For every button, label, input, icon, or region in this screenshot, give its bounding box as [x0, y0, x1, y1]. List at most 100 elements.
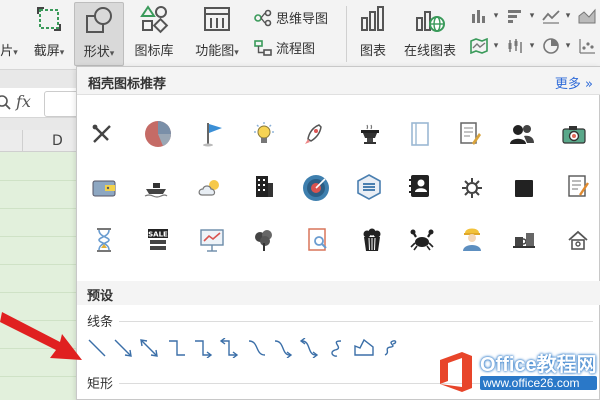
column-header-d[interactable]: D: [52, 133, 63, 149]
house-icon[interactable]: [563, 225, 593, 255]
office-watermark: Office教程网 www.office26.com: [436, 344, 600, 400]
arrow-line-icon[interactable]: [113, 338, 133, 358]
ribbon-toolbar: 片▾ 截屏▾ 形状▾ 图标库 功能图▾ 思维导图 流程图 图表 在线图表 ▾ ▾…: [0, 0, 600, 70]
flag-icon[interactable]: [199, 119, 229, 149]
area-chart-icon[interactable]: [576, 6, 598, 26]
elbow-double-arrow-icon[interactable]: [219, 337, 239, 359]
cloud-sun-icon[interactable]: [195, 173, 225, 203]
elbow-connector-icon[interactable]: [167, 338, 187, 358]
chevron-down-icon[interactable]: ▾: [562, 36, 574, 56]
chevron-down-icon[interactable]: ▾: [526, 36, 538, 56]
shapes-button[interactable]: 形状▾: [74, 2, 124, 66]
chevron-down-icon[interactable]: ▾: [490, 36, 502, 56]
icon-recommend-header: 稻壳图标推荐 更多 »: [77, 67, 600, 95]
fx-label[interactable]: fx: [16, 92, 31, 111]
wallet-icon[interactable]: [89, 173, 119, 203]
checklist-icon[interactable]: [563, 171, 593, 201]
flowchart-icon: [254, 39, 272, 57]
ribbon-separator: [346, 6, 347, 62]
crab-icon[interactable]: [407, 225, 437, 255]
pie-chart-small-icon[interactable]: [540, 36, 562, 56]
hexagon-menu-icon[interactable]: [353, 171, 385, 203]
map-chart-icon[interactable]: [468, 36, 490, 56]
function-chart-icon: [200, 2, 234, 36]
search-document-icon[interactable]: [303, 225, 333, 255]
watermark-url: www.office26.com: [480, 376, 597, 390]
icon-library-icon: [137, 2, 171, 36]
tools-icon[interactable]: [87, 119, 117, 149]
online-chart-icon: [413, 2, 447, 36]
screenshot-icon: [32, 2, 66, 36]
mindmap-label: 思维导图: [276, 12, 329, 27]
red-arrow-annotation: [0, 312, 82, 360]
lines-divider: [119, 321, 593, 322]
shopping-bag-icon[interactable]: [509, 171, 539, 201]
bar-chart-icon: [356, 2, 390, 36]
preset-section-bar: 预设: [77, 281, 600, 305]
hotpot-icon[interactable]: [355, 119, 385, 149]
hourglass-icon[interactable]: [89, 225, 119, 255]
coffee-desk-icon[interactable]: [509, 225, 539, 255]
rocket-icon[interactable]: [299, 119, 329, 149]
svg-text:SALE: SALE: [148, 231, 168, 239]
ship-icon[interactable]: [141, 173, 171, 203]
scribble-icon[interactable]: [381, 338, 401, 358]
chevron-down-icon[interactable]: ▾: [526, 6, 538, 26]
notebook-icon[interactable]: [405, 119, 435, 149]
zoom-icon[interactable]: [0, 93, 12, 117]
rect-title: 矩形: [87, 377, 114, 392]
flowchart-label: 流程图: [276, 42, 316, 57]
camera-icon[interactable]: [559, 119, 589, 149]
icon-library-button[interactable]: 图标库: [128, 2, 180, 66]
double-arrow-line-icon[interactable]: [139, 338, 159, 358]
icon-library-label: 图标库: [134, 44, 174, 59]
curved-double-arrow-icon[interactable]: [299, 337, 319, 359]
tree-icon[interactable]: [249, 225, 279, 255]
chevron-down-icon[interactable]: ▾: [562, 6, 574, 26]
pie-chart-icon[interactable]: [141, 117, 175, 151]
chevron-down-icon[interactable]: ▾: [490, 6, 502, 26]
stock-chart-icon[interactable]: [504, 36, 526, 56]
office-logo-icon: [440, 352, 472, 392]
online-chart-label: 在线图表: [403, 44, 456, 59]
online-chart-button[interactable]: 在线图表: [398, 2, 462, 66]
shapes-label: 形状: [83, 45, 110, 60]
lightbulb-icon[interactable]: [249, 119, 279, 149]
document-edit-icon[interactable]: [455, 119, 485, 149]
bar-horizontal-chart-icon[interactable]: [504, 6, 526, 26]
worker-icon[interactable]: [457, 223, 487, 253]
curved-connector-icon[interactable]: [247, 338, 267, 358]
screenshot-label: 截屏: [33, 44, 60, 59]
left-cut-label: 片: [0, 44, 14, 59]
mindmap-icon: [254, 9, 272, 27]
watermark-name: Office教程网: [480, 354, 597, 376]
contact-book-icon[interactable]: [405, 171, 435, 201]
scatter-chart-icon[interactable]: [576, 36, 598, 56]
chart-label: 图表: [359, 44, 386, 59]
function-chart-label: 功能图: [195, 44, 235, 59]
curve-icon[interactable]: [327, 338, 347, 358]
building-icon[interactable]: [249, 171, 279, 201]
freeform-icon[interactable]: [353, 337, 375, 357]
target-icon[interactable]: [299, 171, 333, 205]
chart-button[interactable]: 图表: [352, 2, 394, 66]
more-link[interactable]: 更多 »: [555, 73, 593, 92]
elbow-arrow-icon[interactable]: [193, 338, 213, 359]
mindmap-button[interactable]: 思维导图: [254, 8, 328, 27]
presentation-icon[interactable]: [197, 225, 227, 255]
column-chart-icon[interactable]: [468, 6, 490, 26]
popcorn-icon[interactable]: [357, 225, 387, 255]
screenshot-button[interactable]: 截屏▾: [26, 2, 72, 66]
gear-icon[interactable]: [457, 173, 487, 203]
users-icon[interactable]: [507, 119, 537, 149]
ribbon-left-cut-button[interactable]: 片▾: [0, 2, 22, 66]
more-label: 更多: [554, 77, 581, 92]
icon-recommend-title: 稻壳图标推荐: [88, 77, 167, 92]
column-header-bar: [0, 130, 78, 152]
sale-sign-icon[interactable]: SALE: [143, 225, 173, 255]
shapes-icon: [82, 3, 116, 37]
curved-arrow-icon[interactable]: [273, 338, 293, 359]
function-chart-button[interactable]: 功能图▾: [186, 2, 248, 66]
flowchart-button[interactable]: 流程图: [254, 38, 315, 57]
line-chart-icon[interactable]: [540, 6, 562, 26]
